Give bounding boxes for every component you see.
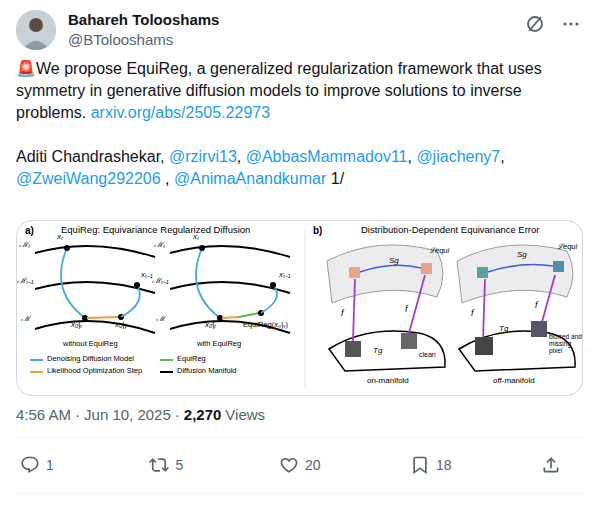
legend-item: EquiReg: [177, 355, 206, 363]
panel-label: b): [313, 225, 322, 236]
tweet-header: Bahareh Tolooshams@BTolooshams: [0, 0, 599, 50]
mention[interactable]: @jiacheny7: [416, 148, 500, 165]
legend-item: Diffusion Manifold: [177, 367, 236, 375]
map-label: f: [341, 309, 344, 319]
reply-icon: [20, 455, 40, 475]
separator: ·: [175, 405, 180, 425]
separator: ·: [75, 405, 80, 425]
views-label: Views: [225, 405, 265, 425]
author-info: Bahareh Tolooshams@BTolooshams: [68, 10, 219, 50]
point-label: xₜ₋₁: [141, 271, 153, 280]
text-run: 1/: [326, 170, 344, 187]
mention[interactable]: @AnimaAnandkumar: [174, 170, 326, 187]
text-run: ,: [500, 148, 509, 165]
point-label: xₜ: [193, 233, 199, 242]
author-name[interactable]: Bahareh Tolooshams: [68, 10, 219, 30]
header-icons: [525, 10, 583, 34]
loss-label: ℒequi: [557, 243, 577, 251]
bookmark-icon: [410, 455, 430, 475]
mention[interactable]: @rzirvi13: [169, 148, 237, 165]
mention[interactable]: @ZweiWang292206: [16, 170, 161, 187]
group-label: Sg: [517, 251, 527, 260]
panel-title: Distribution-Dependent Equivariance Erro…: [361, 225, 539, 235]
legend-swatch: [160, 371, 173, 373]
action-count: 1: [46, 455, 54, 476]
tweet-paragraph: 🚨We propose EquiReg, a generalized regul…: [16, 58, 583, 124]
tweet-paragraph: Aditi Chandrashekar, @rzirvi13, @AbbasMa…: [16, 146, 583, 190]
like-button[interactable]: 20: [279, 455, 321, 476]
legend-item: Denoising Diffusion Model: [47, 355, 134, 363]
manifold-label: ℳ: [156, 315, 165, 324]
views: 2,270Views: [184, 405, 265, 425]
region-label: on-manifold: [367, 377, 409, 386]
panel-title: EquiReg: Equivariance Regularized Diffus…: [61, 225, 250, 235]
grok-icon[interactable]: [525, 14, 545, 34]
legend-swatch: [160, 359, 173, 361]
like-icon: [279, 455, 299, 475]
share-icon: [541, 455, 561, 475]
transform-label: Tg: [373, 347, 382, 356]
map-label: f: [535, 301, 538, 311]
region-label: off-manifold: [493, 377, 535, 386]
reply-button[interactable]: 1: [20, 455, 60, 476]
mention[interactable]: @AbbasMammadov11: [246, 148, 408, 165]
clean-label: clean: [419, 351, 436, 359]
legend-item: Likelihood Optimization Step: [47, 367, 142, 375]
tweet-date[interactable]: Jun 10, 2025: [84, 405, 171, 425]
point-label: x₀|ᵧ: [115, 321, 127, 330]
bookmark-button[interactable]: 18: [410, 455, 452, 476]
manifold-label: ℳₜ₋₁: [152, 277, 169, 286]
point-label: xₜ: [57, 233, 63, 242]
tweet-time[interactable]: 4:56 AM: [16, 405, 71, 425]
point-label: x₀|ₜ: [205, 321, 216, 330]
share-button[interactable]: [541, 455, 581, 475]
action-count: 18: [436, 455, 452, 476]
map-label: f: [471, 309, 474, 319]
figure-image[interactable]: a) EquiReg: Equivariance Regularized Diff…: [16, 220, 583, 396]
manifold-label: ℳ: [21, 315, 30, 324]
action-count: 20: [305, 455, 321, 476]
views-count: 2,270: [184, 405, 222, 425]
point-label: xₜ₋₁: [279, 271, 291, 280]
text-run: Aditi Chandrashekar,: [16, 148, 169, 165]
point-label: EquiReg(x₀|ᵧ): [243, 321, 288, 329]
group-label: Sg: [389, 257, 399, 266]
avatar[interactable]: [16, 10, 56, 50]
manifold-label: ℳₜ: [154, 241, 165, 250]
legend-swatch: [30, 359, 43, 361]
action-bar: 1 5 20 18: [16, 437, 583, 493]
retweet-button[interactable]: 5: [149, 455, 189, 476]
corrupted-label: blurred and missing pixel: [549, 333, 583, 354]
transform-label: Tg: [499, 325, 508, 334]
text-run: ,: [237, 148, 246, 165]
more-icon[interactable]: [561, 14, 581, 34]
panel-label: a): [25, 225, 34, 236]
author-handle[interactable]: @BTolooshams: [68, 30, 219, 50]
point-label: x₀|ₜ: [71, 321, 82, 330]
manifold-label: ℳₜ: [19, 241, 30, 250]
tweet-meta: 4:56 AM·Jun 10, 2025·2,270Views: [0, 405, 599, 425]
retweet-icon: [149, 455, 169, 475]
caption: without EquiReg: [63, 340, 118, 348]
text-run: ,: [407, 148, 416, 165]
tweet-text: 🚨We propose EquiReg, a generalized regul…: [0, 58, 599, 190]
manifold-label: ℳₜ₋₁: [17, 277, 34, 286]
loss-label: ℒequi: [429, 247, 449, 255]
text-run: ,: [161, 170, 174, 187]
caption: with EquiReg: [197, 340, 241, 348]
legend-swatch: [30, 371, 43, 373]
figure-wrap: a) EquiReg: Equivariance Regularized Diff…: [0, 220, 599, 396]
link[interactable]: arxiv.org/abs/2505.22973: [91, 104, 270, 121]
map-label: f: [405, 305, 408, 315]
action-count: 5: [175, 455, 183, 476]
